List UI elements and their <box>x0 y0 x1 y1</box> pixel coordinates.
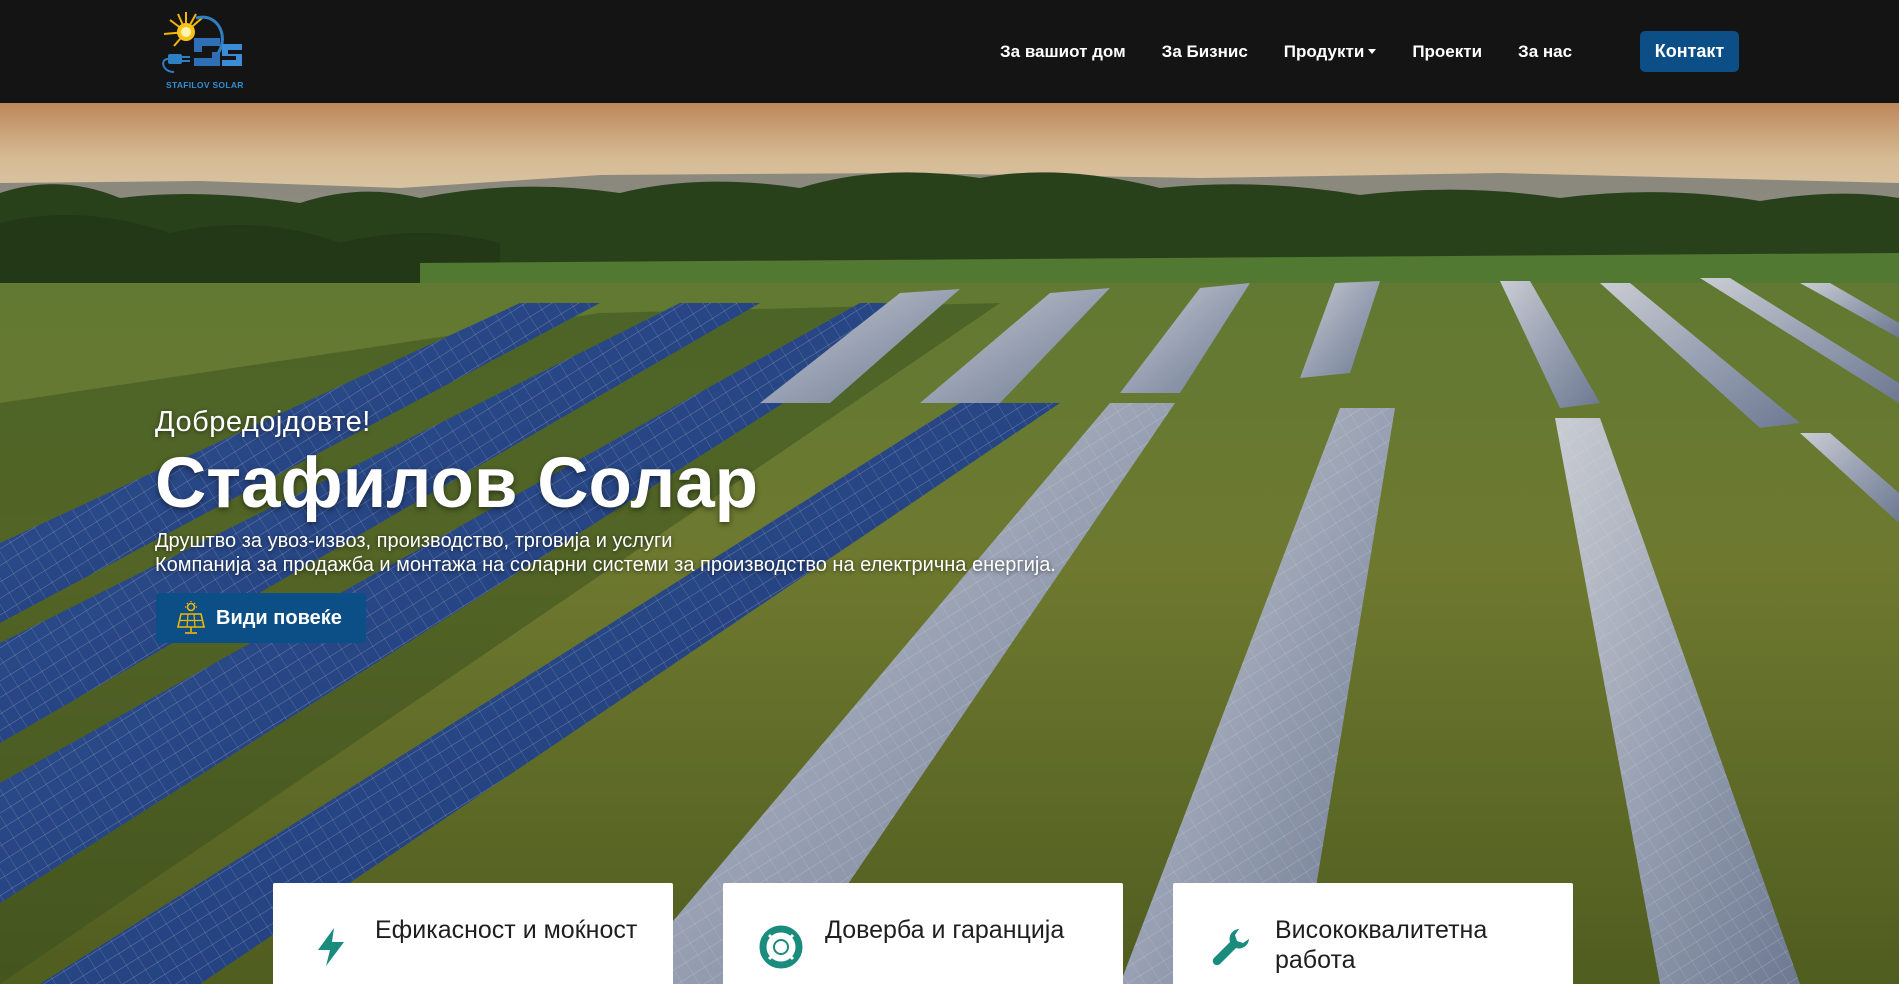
navbar: STAFILOV SOLAR За вашиот дом За Бизнис П… <box>0 0 1899 103</box>
wrench-icon <box>1212 929 1249 966</box>
sun-plug-logo-icon <box>162 12 242 73</box>
contact-button[interactable]: Контакт <box>1640 31 1739 72</box>
hero-text-block: Добредојдовте! Стафилов Солар Друштво за… <box>155 406 1056 577</box>
nav-item-products-label: Продукти <box>1283 41 1365 61</box>
see-more-button[interactable]: Види повеќе <box>156 593 366 643</box>
see-more-label: Види повеќе <box>216 606 342 629</box>
hero-subtitle-line2: Компанија за продажба и монтажа на солар… <box>155 554 1056 576</box>
solar-panel-icon <box>176 601 206 634</box>
logo-text: STAFILOV SOLAR <box>166 80 244 90</box>
lightning-bolt-icon <box>318 928 344 966</box>
feature-title: Доверба и гаранција <box>825 916 1065 944</box>
feature-card-quality: Висококвалитетна работа <box>1173 883 1573 984</box>
lifebuoy-icon <box>759 925 803 969</box>
feature-title: Висококвалитетна работа <box>1275 916 1488 974</box>
nav-item-home[interactable]: За вашиот дом <box>1000 42 1126 62</box>
feature-title: Ефикасност и моќност <box>375 916 638 944</box>
hero-welcome: Добредојдовте! <box>155 406 371 438</box>
feature-card-efficiency: Ефикасност и моќност <box>273 883 673 984</box>
caret-down-icon <box>1368 49 1377 54</box>
main-nav: За вашиот дом За Бизнис Продукти Проекти… <box>1000 0 1608 103</box>
brand-logo[interactable]: STAFILOV SOLAR <box>160 10 260 94</box>
nav-item-business[interactable]: За Бизнис <box>1162 42 1248 62</box>
nav-item-projects[interactable]: Проекти <box>1412 42 1482 62</box>
feature-card-trust: Доверба и гаранција <box>723 883 1123 984</box>
hero-title: Стафилов Солар <box>155 444 759 523</box>
nav-item-about[interactable]: За нас <box>1518 42 1572 62</box>
nav-item-products[interactable]: Продукти <box>1284 42 1377 62</box>
hero-subtitle-line1: Друштво за увоз-извоз, производство, трг… <box>155 530 673 552</box>
hero-section: Добредојдовте! Стафилов Солар Друштво за… <box>0 103 1899 984</box>
